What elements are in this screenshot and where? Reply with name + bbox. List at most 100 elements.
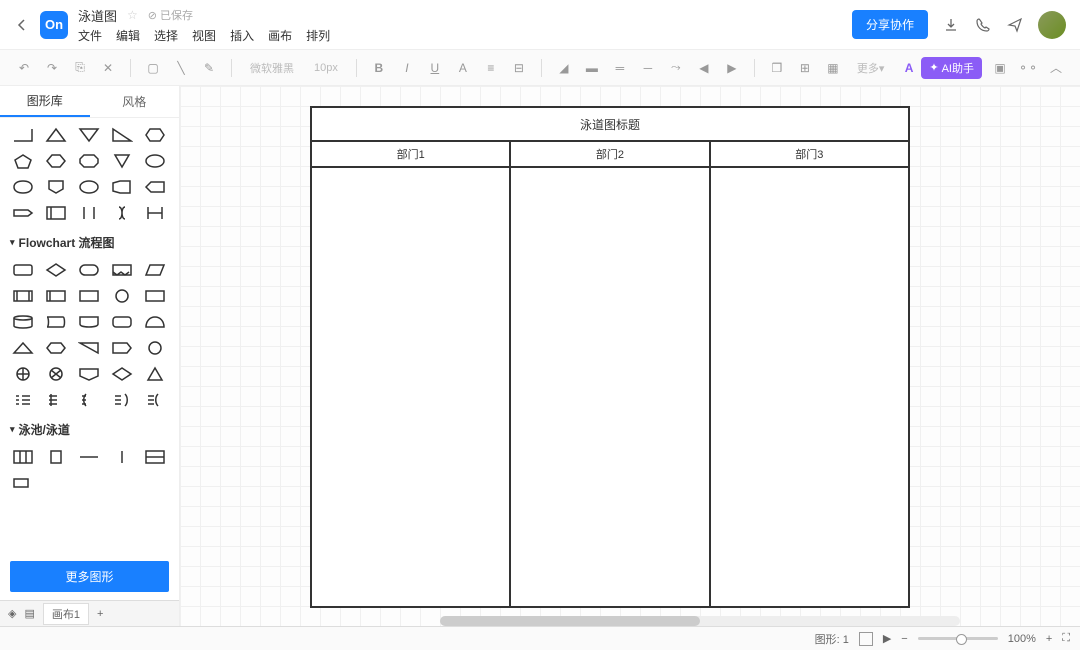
shape-pen-icon[interactable]: ✎ bbox=[199, 58, 219, 78]
lane-body[interactable] bbox=[511, 168, 710, 608]
fullscreen-icon[interactable]: ⛶ bbox=[1062, 632, 1070, 645]
shape-item[interactable] bbox=[43, 365, 69, 383]
phone-icon[interactable] bbox=[974, 16, 992, 34]
font-size-select[interactable]: 10px bbox=[308, 62, 344, 74]
avatar[interactable] bbox=[1038, 11, 1066, 39]
shape-item[interactable] bbox=[142, 152, 168, 170]
format-painter-icon[interactable]: ⎘ bbox=[70, 58, 90, 78]
shape-rect-icon[interactable]: ▢ bbox=[143, 58, 163, 78]
back-button[interactable] bbox=[14, 17, 30, 33]
add-page-icon[interactable]: + bbox=[97, 608, 103, 620]
tab-styles[interactable]: 风格 bbox=[90, 86, 180, 117]
shape-item[interactable] bbox=[10, 448, 36, 466]
shape-item[interactable] bbox=[43, 204, 69, 222]
menu-edit[interactable]: 编辑 bbox=[116, 27, 140, 44]
line-width-icon[interactable]: ─ bbox=[638, 58, 658, 78]
shape-item[interactable] bbox=[142, 287, 168, 305]
arrow-end-icon[interactable]: ▶ bbox=[722, 58, 742, 78]
connector-icon[interactable]: ⤳ bbox=[666, 58, 686, 78]
distribute-icon[interactable]: ▦ bbox=[823, 58, 843, 78]
zoom-out-icon[interactable]: − bbox=[901, 633, 907, 645]
download-icon[interactable] bbox=[942, 16, 960, 34]
shape-item[interactable] bbox=[142, 339, 168, 357]
font-family-select[interactable]: 微软雅黑 bbox=[244, 60, 300, 76]
shape-item[interactable] bbox=[10, 126, 36, 144]
canvas[interactable]: 泳道图标题 部门1 部门2 部门3 bbox=[180, 86, 1080, 626]
more-tools[interactable]: 更多▾ bbox=[851, 60, 891, 76]
shape-item[interactable] bbox=[10, 339, 36, 357]
clear-format-icon[interactable]: ✕ bbox=[98, 58, 118, 78]
layers-icon[interactable]: ❒ bbox=[767, 58, 787, 78]
shape-item[interactable] bbox=[10, 152, 36, 170]
category-flowchart[interactable]: Flowchart 流程图 bbox=[10, 234, 169, 251]
lane-header[interactable]: 部门1 bbox=[310, 142, 511, 168]
horizontal-scrollbar[interactable] bbox=[440, 616, 960, 626]
shape-item[interactable] bbox=[109, 204, 135, 222]
shape-line-icon[interactable]: ╲ bbox=[171, 58, 191, 78]
shape-item[interactable] bbox=[10, 178, 36, 196]
shape-item[interactable] bbox=[109, 391, 135, 409]
line-style-icon[interactable]: ═ bbox=[610, 58, 630, 78]
shape-item[interactable] bbox=[43, 152, 69, 170]
zoom-in-icon[interactable]: + bbox=[1046, 633, 1052, 645]
shape-item[interactable] bbox=[43, 339, 69, 357]
shape-item[interactable] bbox=[76, 448, 102, 466]
collapse-icon[interactable]: ︿ bbox=[1046, 58, 1066, 78]
shape-item[interactable] bbox=[76, 391, 102, 409]
shape-item[interactable] bbox=[76, 287, 102, 305]
fit-icon[interactable] bbox=[859, 632, 873, 646]
menu-view[interactable]: 视图 bbox=[192, 27, 216, 44]
shape-item[interactable] bbox=[76, 152, 102, 170]
lane-header[interactable]: 部门2 bbox=[511, 142, 710, 168]
shape-item[interactable] bbox=[43, 287, 69, 305]
shape-item[interactable] bbox=[43, 391, 69, 409]
shape-item[interactable] bbox=[109, 365, 135, 383]
swimlane-diagram[interactable]: 泳道图标题 部门1 部门2 部门3 bbox=[310, 106, 910, 608]
shape-item[interactable] bbox=[76, 126, 102, 144]
shape-item[interactable] bbox=[10, 365, 36, 383]
shape-item[interactable] bbox=[142, 126, 168, 144]
menu-canvas[interactable]: 画布 bbox=[268, 27, 292, 44]
shape-item[interactable] bbox=[76, 204, 102, 222]
font-color-icon[interactable]: A bbox=[453, 58, 473, 78]
category-swimlane[interactable]: 泳池/泳道 bbox=[10, 421, 169, 438]
shape-item[interactable] bbox=[10, 204, 36, 222]
layers-icon[interactable]: ◈ bbox=[8, 607, 16, 620]
shape-item[interactable] bbox=[43, 261, 69, 279]
underline-icon[interactable]: U bbox=[425, 58, 445, 78]
page-tab[interactable]: 画布1 bbox=[43, 603, 89, 625]
shape-item[interactable] bbox=[10, 391, 36, 409]
lane-header[interactable]: 部门3 bbox=[711, 142, 910, 168]
tab-shapes[interactable]: 图形库 bbox=[0, 86, 90, 117]
shape-item[interactable] bbox=[109, 287, 135, 305]
swimlane-title[interactable]: 泳道图标题 bbox=[310, 106, 910, 142]
shape-item[interactable] bbox=[142, 391, 168, 409]
shape-item[interactable] bbox=[142, 178, 168, 196]
shape-item[interactable] bbox=[142, 261, 168, 279]
valign-icon[interactable]: ⊟ bbox=[509, 58, 529, 78]
lane-body[interactable] bbox=[711, 168, 910, 608]
shape-item[interactable] bbox=[109, 313, 135, 331]
shape-item[interactable] bbox=[76, 365, 102, 383]
lane-body[interactable] bbox=[310, 168, 511, 608]
zoom-slider[interactable] bbox=[918, 637, 998, 640]
shape-item[interactable] bbox=[10, 313, 36, 331]
send-icon[interactable] bbox=[1006, 16, 1024, 34]
shape-item[interactable] bbox=[43, 126, 69, 144]
align-icon[interactable]: ≡ bbox=[481, 58, 501, 78]
presentation-icon[interactable]: ▶ bbox=[883, 632, 891, 645]
shape-item[interactable] bbox=[109, 339, 135, 357]
shape-item[interactable] bbox=[10, 474, 36, 492]
shape-item[interactable] bbox=[142, 204, 168, 222]
menu-arrange[interactable]: 排列 bbox=[306, 27, 330, 44]
arrow-start-icon[interactable]: ◀ bbox=[694, 58, 714, 78]
shape-item[interactable] bbox=[10, 287, 36, 305]
shape-item[interactable] bbox=[43, 313, 69, 331]
shape-item[interactable] bbox=[142, 313, 168, 331]
shape-item[interactable] bbox=[109, 261, 135, 279]
ai-button[interactable]: ✦ AI助手 bbox=[921, 57, 982, 79]
pages-icon[interactable]: ▤ bbox=[24, 607, 34, 620]
shape-item[interactable] bbox=[109, 178, 135, 196]
share-button[interactable]: 分享协作 bbox=[852, 10, 928, 39]
shape-item[interactable] bbox=[109, 152, 135, 170]
